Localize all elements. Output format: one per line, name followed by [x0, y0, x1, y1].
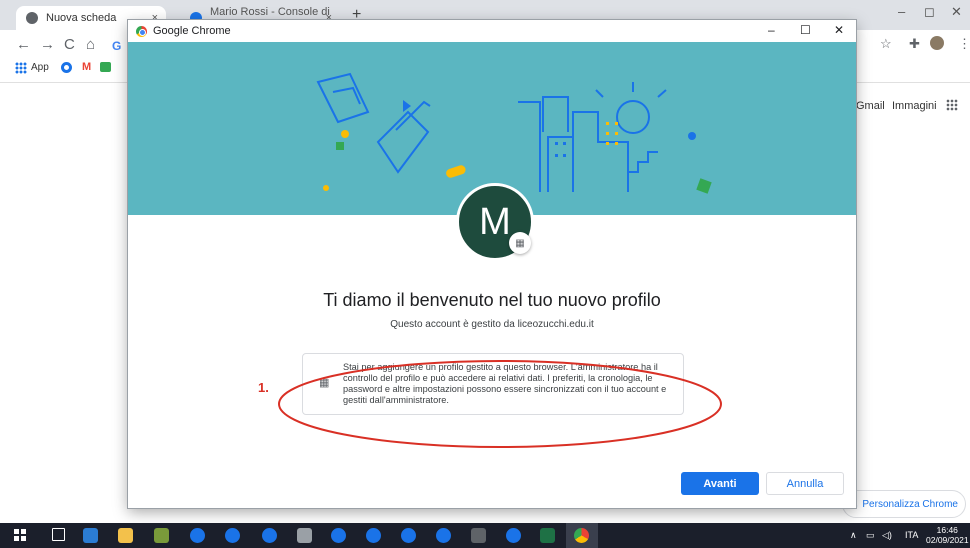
bookmark-apps[interactable]: App	[31, 62, 49, 73]
customize-chrome-button[interactable]: ✎ Personalizza Chrome	[842, 490, 966, 518]
chrome-taskbar-icon[interactable]	[366, 528, 381, 543]
chrome-taskbar-icon[interactable]	[262, 528, 277, 543]
customize-label: Personalizza Chrome	[862, 498, 958, 510]
volume-icon[interactable]: ◁)	[882, 530, 892, 541]
google-apps-icon[interactable]	[946, 99, 958, 111]
home-icon[interactable]: ⌂	[86, 36, 95, 53]
dialog-minimize-button[interactable]: –	[768, 23, 775, 37]
bookmark-gmail-icon[interactable]: M	[82, 61, 91, 73]
chrome-taskbar-icon[interactable]	[190, 528, 205, 543]
back-icon[interactable]: ←	[16, 36, 31, 53]
taskbar-app-icon[interactable]	[154, 528, 169, 543]
chrome-taskbar-icon[interactable]	[506, 528, 521, 543]
forward-icon[interactable]: →	[40, 36, 55, 53]
chrome-logo-icon	[136, 25, 147, 37]
chrome-taskbar-icon[interactable]	[574, 528, 589, 543]
windows-start-icon[interactable]	[14, 529, 26, 541]
menu-icon[interactable]: ⋮	[958, 36, 970, 52]
browser-minimize-button[interactable]: –	[898, 4, 905, 19]
excel-icon[interactable]	[540, 528, 555, 543]
clock-time: 16:46	[936, 525, 958, 535]
dialog-maximize-button[interactable]: ☐	[800, 23, 811, 37]
star-icon[interactable]: ☆	[880, 36, 892, 52]
profile-dialog: Google Chrome – ☐ ✕ M ▦ Ti diamo il benv…	[128, 20, 856, 508]
apps-grid-icon[interactable]	[15, 62, 27, 74]
cancel-button[interactable]: Annulla	[766, 472, 844, 495]
tab-favicon-icon	[26, 12, 38, 24]
chrome-taskbar-icon[interactable]	[436, 528, 451, 543]
browser-close-button[interactable]: ✕	[951, 4, 962, 20]
chrome-taskbar-icon[interactable]	[225, 528, 240, 543]
browser-restore-button[interactable]: ◻	[924, 4, 935, 20]
clock-date: 02/09/2021	[926, 535, 969, 545]
reload-icon[interactable]: C	[64, 36, 75, 53]
gmail-link[interactable]: Gmail	[856, 100, 885, 112]
task-view-icon[interactable]	[52, 528, 65, 541]
managed-building-icon: ▦	[509, 232, 531, 254]
dialog-close-button[interactable]: ✕	[834, 23, 844, 37]
chrome-taskbar-icon[interactable]	[401, 528, 416, 543]
file-explorer-icon[interactable]	[118, 528, 133, 543]
profile-avatar[interactable]	[930, 36, 944, 50]
page-title: Ti diamo il benvenuto nel tuo nuovo prof…	[323, 290, 661, 310]
language-indicator[interactable]: ITA	[905, 530, 918, 540]
dialog-title: Google Chrome	[153, 25, 231, 37]
dialog-titlebar: Google Chrome	[128, 20, 856, 42]
managed-by-text: Questo account è gestito da liceozucchi.…	[390, 319, 594, 330]
paint-icon[interactable]	[297, 528, 312, 543]
extensions-icon[interactable]: ✚	[909, 36, 920, 52]
next-button[interactable]: Avanti	[681, 472, 759, 495]
network-icon[interactable]: ▭	[866, 530, 875, 541]
annotation-oval	[278, 360, 722, 448]
taskbar-app-icon[interactable]	[83, 528, 98, 543]
tray-chevron-icon[interactable]: ∧	[850, 530, 857, 541]
chrome-taskbar-icon[interactable]	[331, 528, 346, 543]
bookmark-chrome-icon[interactable]	[61, 62, 72, 73]
taskbar-app-icon[interactable]	[471, 528, 486, 543]
tab-label: Nuova scheda	[46, 12, 117, 24]
bookmark-meet-icon[interactable]	[100, 62, 111, 72]
images-link[interactable]: Immagini	[892, 100, 937, 112]
annotation-label: 1.	[258, 380, 269, 395]
clock[interactable]: 16:46 02/09/2021	[926, 525, 969, 545]
google-favicon-icon: G	[112, 39, 122, 53]
